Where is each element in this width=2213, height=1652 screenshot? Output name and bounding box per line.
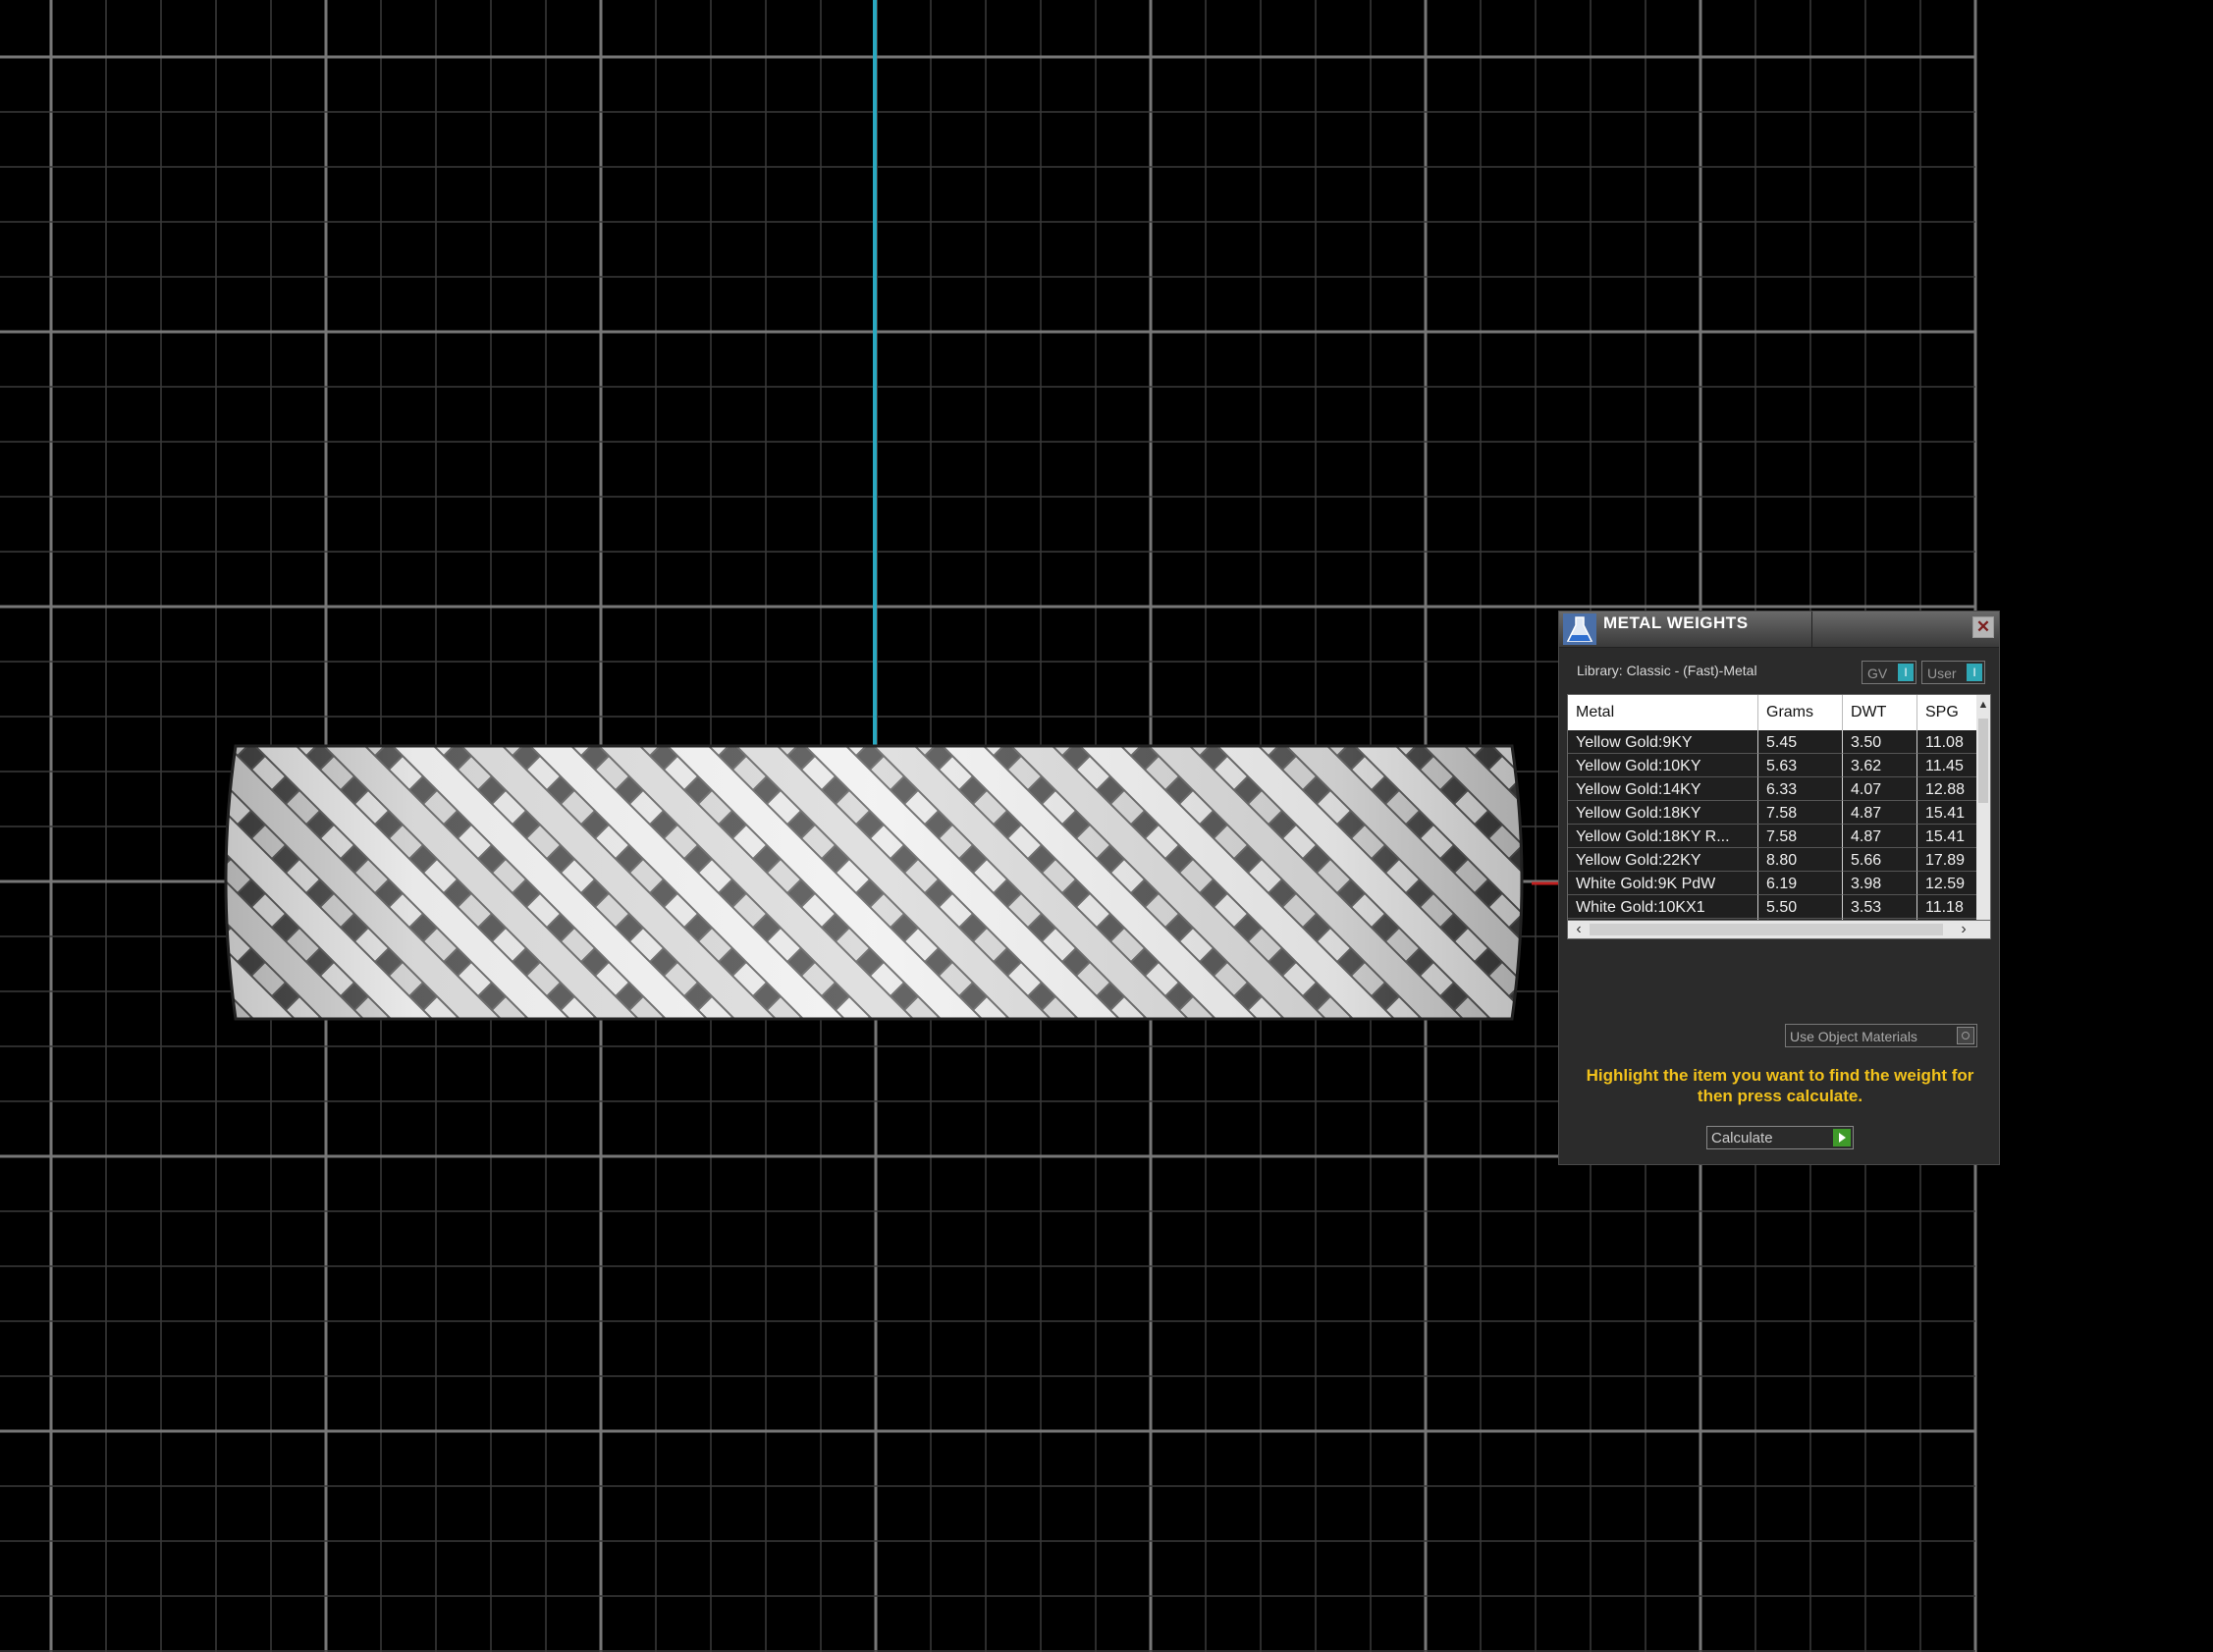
library-label: Library: Classic - (Fast)-Metal [1577,663,1757,678]
cell-grams: 5.45 [1758,730,1843,754]
cell-dwt: 3.50 [1843,730,1917,754]
cell-metal: White Gold:10KX1 [1568,895,1758,919]
horizontal-scroll-thumb[interactable] [1590,924,1943,935]
weave-strap [0,746,110,1021]
user-toggle-label: User [1927,666,1957,681]
calculate-button[interactable]: Calculate [1706,1126,1854,1149]
cell-spg: 11.08 [1917,730,1978,754]
cell-spg: 12.88 [1917,777,1978,801]
user-toggle[interactable]: User I [1921,661,1985,684]
metal-weights-panel: METAL WEIGHTS ✕ Library: Classic - (Fast… [1558,611,2000,1165]
panel-titlebar[interactable]: METAL WEIGHTS ✕ [1559,612,1999,648]
horizontal-scrollbar[interactable]: ‹ › [1567,920,1991,939]
cell-spg: 11.45 [1917,754,1978,777]
header-dwt[interactable]: DWT [1843,695,1917,730]
table-row[interactable]: Yellow Gold:10KY 5.63 3.62 11.45 [1568,754,1978,777]
calculate-label: Calculate [1711,1130,1773,1146]
scroll-right-icon[interactable]: › [1955,921,1972,938]
weave-strap [0,746,159,1021]
weave-strap [0,746,22,1021]
header-spg[interactable]: SPG [1917,695,1978,730]
metal-table[interactable]: Metal Grams DWT SPG Yellow Gold:9KY 5.45 3… [1567,694,1991,937]
use-object-materials-toggle[interactable]: Use Object Materials [1785,1024,1977,1047]
table-row[interactable]: White Gold:10KX1 5.50 3.53 11.18 [1568,895,1978,919]
weave-strap [0,746,41,1021]
cell-grams: 6.33 [1758,777,1843,801]
scroll-left-icon[interactable]: ‹ [1570,921,1588,938]
cell-grams: 7.58 [1758,801,1843,825]
cell-metal: Yellow Gold:10KY [1568,754,1758,777]
radio-indicator-icon[interactable] [1957,1027,1974,1044]
cell-dwt: 4.87 [1843,801,1917,825]
table-row[interactable]: Yellow Gold:18KY 7.58 4.87 15.41 [1568,801,1978,825]
cell-metal: Yellow Gold:14KY [1568,777,1758,801]
cell-metal: Yellow Gold:22KY [1568,848,1758,872]
table-row[interactable]: White Gold:9K PdW 6.19 3.98 12.59 [1568,872,1978,895]
weave-strap [226,746,250,1019]
cell-metal: Yellow Gold:18KY [1568,801,1758,825]
cell-grams: 6.19 [1758,872,1843,895]
weave-strap [0,746,179,1021]
gv-toggle-label: GV [1867,666,1888,681]
use-object-materials-label: Use Object Materials [1790,1029,1917,1044]
cell-spg: 17.89 [1917,848,1978,872]
cell-metal: Yellow Gold:9KY [1568,730,1758,754]
gv-toggle[interactable]: GV I [1862,661,1916,684]
instruction-text: Highlight the item you want to find the … [1586,1066,1974,1105]
table-row[interactable]: Yellow Gold:22KY 8.80 5.66 17.89 [1568,848,1978,872]
gv-toggle-switch[interactable]: I [1898,664,1914,681]
weave-strap [226,746,231,1019]
play-icon[interactable] [1833,1129,1851,1146]
header-grams[interactable]: Grams [1758,695,1843,730]
cell-grams: 8.80 [1758,848,1843,872]
table-row[interactable]: Yellow Gold:9KY 5.45 3.50 11.08 [1568,730,1978,754]
header-metal[interactable]: Metal [1568,695,1758,730]
cell-dwt: 5.66 [1843,848,1917,872]
cell-dwt: 4.87 [1843,825,1917,848]
close-button[interactable]: ✕ [1972,616,1994,638]
table-header: Metal Grams DWT SPG [1568,695,1978,730]
cell-dwt: 3.62 [1843,754,1917,777]
ring-shading [226,746,1522,1019]
cell-spg: 11.18 [1917,895,1978,919]
cell-dwt: 3.53 [1843,895,1917,919]
cell-grams: 7.58 [1758,825,1843,848]
table-row[interactable]: Yellow Gold:18KY R... 7.58 4.87 15.41 [1568,825,1978,848]
cell-metal: Yellow Gold:18KY R... [1568,825,1758,848]
cell-metal: White Gold:9K PdW [1568,872,1758,895]
weave-strap [0,746,90,1021]
cell-grams: 5.50 [1758,895,1843,919]
cell-dwt: 4.07 [1843,777,1917,801]
cell-spg: 15.41 [1917,825,1978,848]
user-toggle-switch[interactable]: I [1967,664,1982,681]
table-row[interactable]: Yellow Gold:14KY 6.33 4.07 12.88 [1568,777,1978,801]
vertical-scrollbar[interactable]: ▲ ▼ [1976,695,1990,936]
flask-icon [1563,613,1596,645]
scroll-up-icon[interactable]: ▲ [1976,697,1990,713]
cell-dwt: 3.98 [1843,872,1917,895]
cell-spg: 15.41 [1917,801,1978,825]
panel-title: METAL WEIGHTS [1603,613,1749,632]
vertical-scroll-thumb[interactable] [1978,719,1988,803]
cell-grams: 5.63 [1758,754,1843,777]
cell-spg: 12.59 [1917,872,1978,895]
